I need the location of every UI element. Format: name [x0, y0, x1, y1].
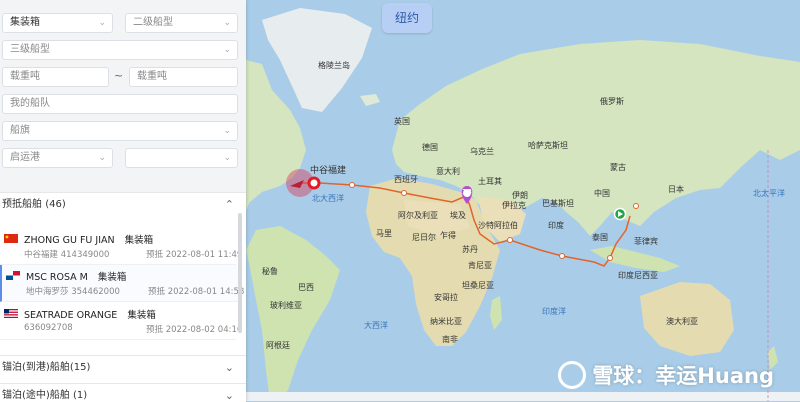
label-turkey: 土耳其	[478, 177, 502, 186]
flag-panama-icon	[6, 271, 20, 280]
label-greenland: 格陵兰岛	[318, 61, 350, 70]
ship-mmsi: 414349000	[60, 250, 110, 260]
chevron-up-icon: ⌃	[224, 198, 234, 211]
label-japan: 日本	[668, 185, 684, 194]
chevron-down-icon: ⌄	[224, 361, 234, 374]
ship-owner: 地中海罗莎	[26, 287, 69, 297]
label-namibia: 纳米比亚	[430, 317, 462, 326]
tertiary-type-select[interactable]: 三级船型 ⌄	[2, 40, 238, 60]
watermark: 雪球：幸运Huang	[558, 360, 774, 391]
ship-mmsi: 636092708	[24, 323, 73, 333]
ship-type: 集装箱	[127, 310, 156, 321]
label-algeria: 阿尔及利亚	[398, 211, 438, 220]
search-panel: 集装箱 ⌄ 二级船型 ⌄ 三级船型 ⌄ 载重吨 ~ 载重吨 我的船队 船旗 ⌄ 启运港 ⌄…	[0, 0, 246, 402]
arrival-count: (46)	[45, 199, 66, 210]
ship-name: ZHONG GU FU JIAN	[24, 235, 115, 246]
chevron-down-icon: ⌄	[223, 45, 231, 55]
label-india: 印度	[548, 221, 564, 230]
chevron-down-icon: ⌄	[224, 389, 234, 402]
ship-position-marker	[307, 176, 321, 190]
ship-type: 集装箱	[97, 272, 127, 283]
port-pin-label: 18	[462, 188, 472, 196]
label-indonesia: 印度尼西亚	[618, 271, 658, 280]
dwt-max-input[interactable]: 载重吨	[129, 67, 238, 87]
ship-row[interactable]: SEATRADE ORANGE 集装箱 636092708 预抵 2022-08-…	[0, 303, 242, 340]
ship-eta: 预抵 2022-08-01 11:49	[146, 250, 243, 260]
anchored-count: (15)	[69, 362, 91, 373]
chevron-down-icon: ⌄	[223, 153, 231, 163]
label-pakistan: 巴基斯坦	[542, 199, 574, 208]
ocean-north-atlantic: 北大西洋	[312, 194, 344, 203]
label-germany: 德国	[422, 143, 438, 152]
label-thailand: 泰国	[592, 233, 608, 242]
label-chad: 乍得	[440, 231, 456, 240]
label-kenya: 肯尼亚	[468, 261, 492, 270]
ship-row[interactable]: MSC ROSA M 集装箱 地中海罗莎 354462000 预抵 2022-08…	[0, 265, 244, 302]
flag-liberia-icon	[4, 309, 18, 318]
label-mali: 马里	[376, 229, 392, 238]
label-brazil: 巴西	[298, 283, 314, 292]
label-peru: 秘鲁	[262, 267, 278, 276]
chevron-down-icon: ⌄	[98, 153, 106, 163]
label-angola: 安哥拉	[434, 293, 458, 302]
departure-port-select[interactable]: 启运港 ⌄	[2, 148, 113, 168]
label-mongolia: 蒙古	[610, 163, 626, 172]
label-argentina: 阿根廷	[266, 341, 290, 350]
label-bolivia: 玻利维亚	[270, 301, 302, 310]
ship-eta: 预抵 2022-08-01 14:58	[148, 287, 245, 297]
secondary-type-select[interactable]: 二级船型 ⌄	[125, 13, 238, 33]
label-sudan: 苏丹	[462, 245, 478, 254]
chevron-down-icon: ⌄	[223, 126, 231, 136]
ship-name: SEATRADE ORANGE	[24, 310, 118, 321]
ocean-north-pacific: 北太平洋	[753, 189, 785, 198]
arrival-section-label: 预抵船舶	[2, 199, 42, 210]
label-philippines: 菲律宾	[634, 237, 658, 246]
ship-type-select[interactable]: 集装箱 ⌄	[2, 13, 113, 33]
chevron-down-icon: ⌄	[98, 18, 106, 28]
label-spain: 西班牙	[394, 175, 418, 184]
anchored-section-header[interactable]: 锚泊(到港)船舶(15) ⌄	[0, 356, 246, 380]
anchored-ships-section: 锚泊(到港)船舶(15) ⌄	[0, 355, 246, 383]
arrival-section-header[interactable]: 预抵船舶 (46) ⌃	[0, 193, 246, 217]
ship-type: 集装箱	[124, 235, 154, 246]
ship-eta: 预抵 2022-08-02 04:16	[146, 325, 243, 335]
label-tanzania: 坦桑尼亚	[462, 281, 494, 290]
ship-mmsi: 354462000	[71, 287, 120, 297]
dwt-range-separator: ~	[114, 69, 124, 82]
chevron-down-icon: ⌄	[223, 18, 231, 28]
label-ukraine: 乌克兰	[470, 147, 494, 156]
ship-owner: 中谷福建	[24, 250, 59, 260]
anchored-section-label: 锚泊(到港)船舶	[2, 362, 70, 373]
flag-select[interactable]: 船旗 ⌄	[2, 121, 238, 141]
city-badge-new-york[interactable]: 纽约	[382, 3, 432, 33]
label-iraq: 伊拉克	[502, 201, 526, 210]
label-south-africa: 南非	[442, 335, 458, 344]
label-niger: 尼日尔	[412, 233, 436, 242]
anchored-en-route-header[interactable]: 锚泊(途中)船舶 (1) ⌄	[0, 384, 246, 402]
label-egypt: 埃及	[450, 211, 466, 220]
flag-china-icon	[4, 234, 18, 243]
ocean-indian: 印度洋	[542, 307, 566, 316]
ship-label[interactable]: 中谷福建	[310, 163, 346, 176]
departure-port-secondary-select[interactable]: ⌄	[125, 148, 238, 168]
anchored-en-route-section: 锚泊(途中)船舶 (1) ⌄	[0, 383, 246, 402]
anchored-en-route-count: (1)	[73, 390, 88, 401]
label-italy: 意大利	[436, 167, 460, 176]
label-saudi: 沙特阿拉伯	[478, 221, 518, 230]
ocean-atlantic: 大西洋	[364, 321, 388, 330]
label-russia: 俄罗斯	[600, 97, 624, 106]
snowball-logo-icon	[558, 361, 587, 389]
label-australia: 澳大利亚	[666, 317, 698, 326]
ship-name: MSC ROSA M	[26, 272, 88, 283]
anchored-en-route-label: 锚泊(途中)船舶	[2, 390, 70, 401]
my-fleet-select[interactable]: 我的船队	[2, 94, 238, 114]
label-china: 中国	[594, 189, 610, 198]
label-uk: 英国	[394, 117, 410, 126]
arrival-ships-section: 预抵船舶 (46) ⌃ ZHONG GU FU JIAN 集装箱 中谷福建 4143…	[0, 192, 246, 355]
ship-row[interactable]: ZHONG GU FU JIAN 集装箱 中谷福建 414349000 预抵 20…	[0, 228, 242, 265]
dwt-min-input[interactable]: 载重吨	[2, 67, 109, 87]
label-kazakhstan: 哈萨克斯坦	[528, 141, 568, 150]
list-scrollbar[interactable]	[238, 213, 242, 333]
